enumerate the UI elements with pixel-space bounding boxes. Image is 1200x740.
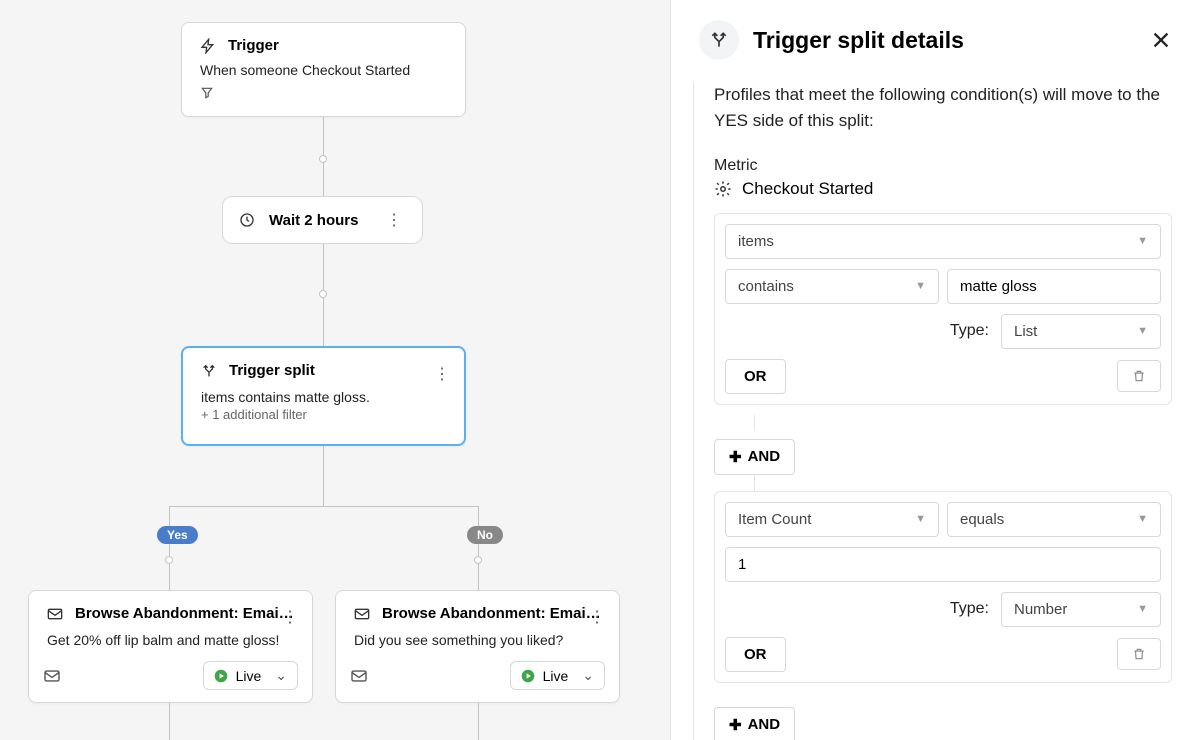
condition-group-2: Item Count ▼ equals ▼ Type: Number ▼ OR xyxy=(714,491,1172,683)
value-input[interactable] xyxy=(725,547,1161,582)
filter-icon xyxy=(200,86,447,100)
mail-icon xyxy=(47,607,63,621)
email-title: Browse Abandonment: Email… xyxy=(382,605,601,622)
connector-node xyxy=(474,556,482,564)
connector-line xyxy=(323,446,324,506)
play-icon xyxy=(214,669,228,683)
property-value: Item Count xyxy=(738,511,811,528)
panel-header: Trigger split details xyxy=(699,20,1172,60)
clock-icon xyxy=(239,212,255,228)
yes-badge: Yes xyxy=(157,526,198,544)
operator-select[interactable]: equals ▼ xyxy=(947,502,1161,537)
bolt-icon xyxy=(200,38,216,54)
panel-title: Trigger split details xyxy=(753,27,1136,54)
split-description: items contains matte gloss. xyxy=(201,389,446,405)
wait-step[interactable]: Wait 2 hours ⋮ xyxy=(222,196,423,244)
trash-icon xyxy=(1132,647,1146,661)
split-icon xyxy=(201,363,217,379)
plus-icon: ✚ xyxy=(729,716,742,734)
more-menu-button[interactable]: ⋮ xyxy=(585,605,609,629)
connector-line xyxy=(169,506,478,507)
connector-stub xyxy=(754,415,755,431)
type-value: List xyxy=(1014,323,1037,340)
metric-value: Checkout Started xyxy=(742,179,873,199)
type-select[interactable]: Number ▼ xyxy=(1001,592,1161,627)
more-menu-button[interactable]: ⋮ xyxy=(430,362,454,386)
add-and-label: AND xyxy=(748,716,781,733)
operator-select[interactable]: contains ▼ xyxy=(725,269,939,304)
or-button[interactable]: OR xyxy=(725,637,786,672)
close-icon xyxy=(1150,29,1172,51)
split-subtext: + 1 additional filter xyxy=(201,407,446,422)
caret-down-icon: ▼ xyxy=(1137,235,1148,247)
play-icon xyxy=(521,669,535,683)
type-label: Type: xyxy=(950,322,989,340)
type-value: Number xyxy=(1014,601,1067,618)
mail-outline-icon xyxy=(43,669,61,683)
metric-label: Metric xyxy=(714,157,1172,175)
connector-node xyxy=(319,290,327,298)
wait-label: Wait 2 hours xyxy=(269,212,368,229)
email-card-yes[interactable]: Browse Abandonment: Email… Get 20% off l… xyxy=(28,590,313,703)
chevron-down-icon: ⌄ xyxy=(275,667,287,684)
status-dropdown[interactable]: Live ⌄ xyxy=(203,661,298,690)
status-dropdown[interactable]: Live ⌄ xyxy=(510,661,605,690)
operator-value: equals xyxy=(960,511,1004,528)
email-title: Browse Abandonment: Email… xyxy=(75,605,294,622)
property-value: items xyxy=(738,233,774,250)
add-and-button[interactable]: ✚ AND xyxy=(714,707,795,740)
email-body: Did you see something you liked? xyxy=(354,632,601,648)
split-title: Trigger split xyxy=(229,362,315,379)
more-menu-button[interactable]: ⋮ xyxy=(278,605,302,629)
caret-down-icon: ▼ xyxy=(915,513,926,525)
plus-icon: ✚ xyxy=(729,448,742,466)
panel-intro-text: Profiles that meet the following conditi… xyxy=(714,82,1172,135)
panel-icon xyxy=(699,20,739,60)
and-connector-button[interactable]: ✚ AND xyxy=(714,439,795,475)
connector-node xyxy=(319,155,327,163)
metric-row: Checkout Started xyxy=(714,179,1172,199)
close-button[interactable] xyxy=(1150,29,1172,51)
status-label: Live xyxy=(236,668,262,684)
connector-node xyxy=(165,556,173,564)
caret-down-icon: ▼ xyxy=(1137,513,1148,525)
email-body: Get 20% off lip balm and matte gloss! xyxy=(47,632,294,648)
type-select[interactable]: List ▼ xyxy=(1001,314,1161,349)
property-select[interactable]: Item Count ▼ xyxy=(725,502,939,537)
type-label: Type: xyxy=(950,600,989,618)
mail-outline-icon xyxy=(350,669,368,683)
mail-icon xyxy=(354,607,370,621)
flow-canvas: Trigger When someone Checkout Started Wa… xyxy=(0,0,670,740)
value-input[interactable] xyxy=(947,269,1161,304)
trash-icon xyxy=(1132,369,1146,383)
trigger-title: Trigger xyxy=(228,37,279,54)
operator-value: contains xyxy=(738,278,794,295)
connector-stub xyxy=(754,475,755,491)
and-label: AND xyxy=(748,448,781,465)
condition-group-1: items ▼ contains ▼ Type: List ▼ OR xyxy=(714,213,1172,405)
property-select[interactable]: items ▼ xyxy=(725,224,1161,259)
caret-down-icon: ▼ xyxy=(915,280,926,292)
caret-down-icon: ▼ xyxy=(1137,603,1148,615)
caret-down-icon: ▼ xyxy=(1137,325,1148,337)
delete-condition-button[interactable] xyxy=(1117,638,1161,670)
no-badge: No xyxy=(467,526,503,544)
status-label: Live xyxy=(543,668,569,684)
or-button[interactable]: OR xyxy=(725,359,786,394)
chevron-down-icon: ⌄ xyxy=(582,667,594,684)
email-card-no[interactable]: Browse Abandonment: Email… Did you see s… xyxy=(335,590,620,703)
more-menu-button[interactable]: ⋮ xyxy=(382,208,406,232)
gear-icon xyxy=(714,180,732,198)
trigger-card[interactable]: Trigger When someone Checkout Started xyxy=(181,22,466,117)
trigger-description: When someone Checkout Started xyxy=(200,62,447,78)
delete-condition-button[interactable] xyxy=(1117,360,1161,392)
details-panel: Trigger split details Profiles that meet… xyxy=(670,0,1200,740)
trigger-split-card[interactable]: Trigger split items contains matte gloss… xyxy=(181,346,466,446)
